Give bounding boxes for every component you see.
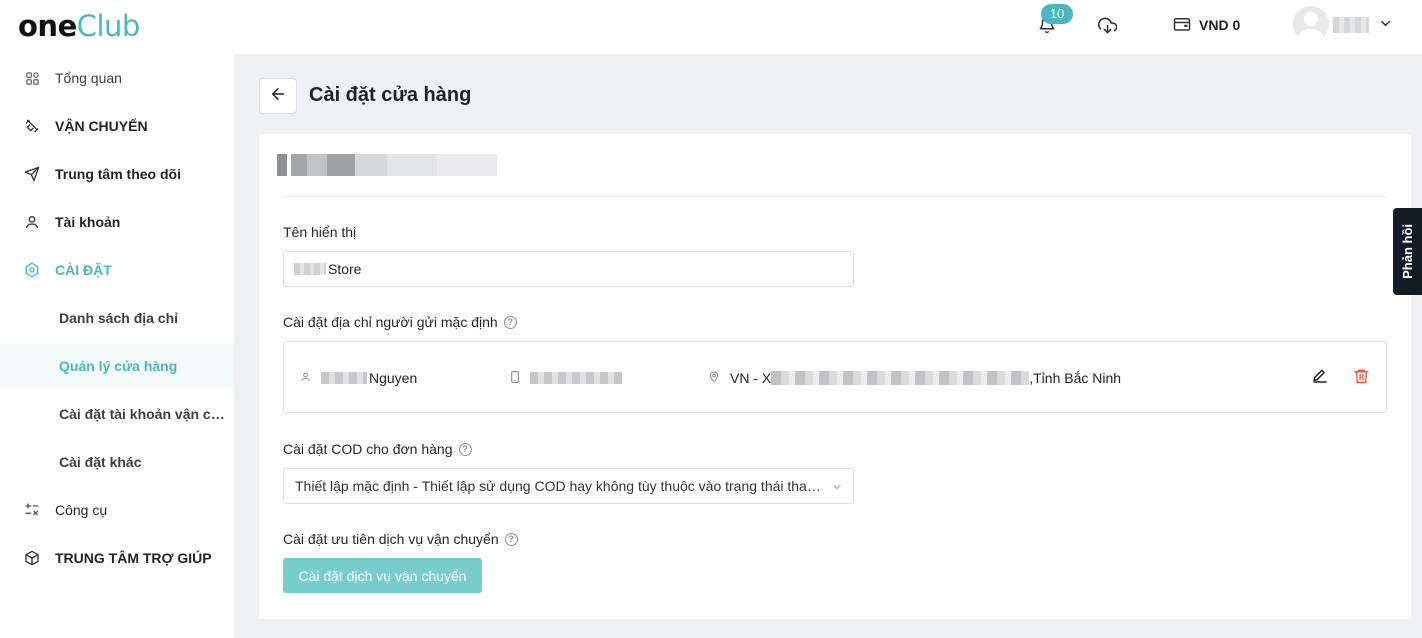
- wallet-icon: [1173, 16, 1191, 35]
- wallet-balance[interactable]: VND 0: [1173, 14, 1240, 36]
- logo[interactable]: oneClub: [18, 7, 140, 45]
- help-icon[interactable]: ?: [503, 315, 517, 329]
- sidebar-item-overview[interactable]: Tổng quan: [0, 56, 234, 100]
- edit-icon[interactable]: [1309, 365, 1331, 387]
- user-icon: [24, 214, 40, 230]
- arrow-left-icon: [269, 85, 287, 108]
- location-redacted: [771, 371, 1030, 385]
- location-suffix: ,Tỉnh Bắc Ninh: [1029, 370, 1122, 386]
- dashboard-icon: [24, 70, 40, 86]
- phone-redacted: [530, 372, 622, 384]
- sidebar: Tổng quan VẬN CHUYỂN Trung tâm theo dõi …: [0, 54, 234, 638]
- default-sender-address-card: Nguyen VN - X ,Tỉnh Bắc Ninh: [283, 341, 1387, 413]
- page-title: Cài đặt cửa hàng: [309, 84, 472, 106]
- help-icon[interactable]: ?: [504, 532, 518, 546]
- shipping-service-settings-button[interactable]: Cài đặt dịch vụ vận chuyển: [283, 558, 482, 593]
- sender-address-label: Cài đặt địa chỉ người gửi mặc định ?: [283, 312, 517, 332]
- help-icon[interactable]: ?: [458, 442, 472, 456]
- cod-label-text: Cài đặt COD cho đơn hàng: [283, 441, 453, 457]
- display-name-label: Tên hiển thị: [283, 222, 356, 242]
- location-prefix: VN - X: [730, 370, 772, 386]
- sidebar-item-tools[interactable]: Công cụ: [0, 488, 234, 532]
- sender-name-value: Nguyen: [369, 370, 418, 386]
- sidebar-item-label: Trung tâm theo dõi: [55, 166, 181, 182]
- feedback-tab[interactable]: Phản hồi: [1393, 208, 1422, 295]
- sidebar-item-shipping[interactable]: VẬN CHUYỂN: [0, 104, 234, 148]
- sidebar-item-label: Công cụ: [55, 502, 108, 518]
- sidebar-item-address-list[interactable]: Danh sách địa chỉ: [0, 296, 234, 340]
- logo-one: one: [18, 9, 77, 43]
- person-icon: [300, 370, 311, 386]
- display-name-redacted: [294, 263, 326, 275]
- tools-icon: [24, 502, 40, 518]
- chevron-down-icon[interactable]: [1378, 16, 1393, 36]
- top-header: oneClub 10 VND 0: [0, 0, 1422, 54]
- sidebar-item-label: Quản lý cửa hàng: [59, 358, 178, 374]
- sidebar-item-account[interactable]: Tài khoản: [0, 200, 234, 244]
- shipping-icon: [24, 118, 40, 134]
- trash-icon[interactable]: [1350, 365, 1372, 387]
- sidebar-item-carrier-accounts[interactable]: Cài đặt tài khoản vận chuyển: [0, 392, 234, 436]
- sidebar-item-label: Cài đặt khác: [59, 454, 142, 470]
- feedback-label: Phản hồi: [1400, 224, 1415, 279]
- display-name-input[interactable]: Store: [283, 251, 854, 287]
- sidebar-item-label: VẬN CHUYỂN: [55, 118, 148, 134]
- user-name-redacted[interactable]: [1333, 17, 1369, 33]
- sidebar-item-label: Danh sách địa chỉ: [59, 310, 179, 326]
- sender-name: Nguyen: [300, 369, 417, 387]
- sidebar-item-label: Tổng quan: [55, 70, 122, 86]
- sidebar-item-label: TRUNG TÂM TRỢ GIÚP: [55, 550, 212, 566]
- sender-location: VN - X ,Tỉnh Bắc Ninh: [708, 369, 1121, 387]
- sidebar-item-store-management[interactable]: Quản lý cửa hàng: [0, 344, 234, 388]
- sidebar-item-label: CÀI ĐẶT: [55, 262, 112, 278]
- avatar[interactable]: [1293, 6, 1329, 42]
- sender-name-redacted: [321, 372, 367, 384]
- sidebar-item-label: Cài đặt tài khoản vận chuyển: [59, 406, 231, 422]
- store-settings-card: Tên hiển thị Store Cài đặt địa chỉ người…: [259, 134, 1411, 619]
- sidebar-item-tracking[interactable]: Trung tâm theo dõi: [0, 152, 234, 196]
- sidebar-item-other-settings[interactable]: Cài đặt khác: [0, 440, 234, 484]
- display-name-label-text: Tên hiển thị: [283, 224, 357, 240]
- sender-phone: [510, 369, 622, 387]
- balance-text: VND 0: [1199, 17, 1241, 33]
- cod-label: Cài đặt COD cho đơn hàng ?: [283, 439, 472, 459]
- sidebar-item-settings[interactable]: CÀI ĐẶT: [0, 248, 234, 292]
- shipping-priority-label-text: Cài đặt ưu tiên dịch vụ vận chuyển: [283, 531, 499, 547]
- back-button[interactable]: [259, 78, 297, 114]
- settings-icon: [24, 262, 40, 278]
- divider: [283, 196, 1387, 197]
- store-name-redacted: [277, 154, 497, 176]
- logo-club: Club: [76, 9, 141, 43]
- chevron-down-icon: [831, 480, 843, 496]
- sidebar-item-label: Tài khoản: [55, 214, 121, 230]
- shipping-priority-label: Cài đặt ưu tiên dịch vụ vận chuyển ?: [283, 529, 518, 549]
- location-pin-icon: [708, 370, 720, 386]
- phone-icon: [510, 370, 520, 386]
- notification-badge: 10: [1041, 4, 1073, 24]
- cod-select-value: Thiết lập mặc định - Thiết lập sử dụng C…: [295, 478, 825, 494]
- cod-select[interactable]: Thiết lập mặc định - Thiết lập sử dụng C…: [283, 468, 854, 504]
- box-icon: [24, 550, 40, 566]
- display-name-value: Store: [328, 261, 362, 277]
- send-icon: [24, 166, 40, 182]
- sidebar-item-help-center[interactable]: TRUNG TÂM TRỢ GIÚP: [0, 536, 234, 580]
- sender-address-label-text: Cài đặt địa chỉ người gửi mặc định: [283, 314, 498, 330]
- cloud-download-icon[interactable]: [1095, 13, 1119, 37]
